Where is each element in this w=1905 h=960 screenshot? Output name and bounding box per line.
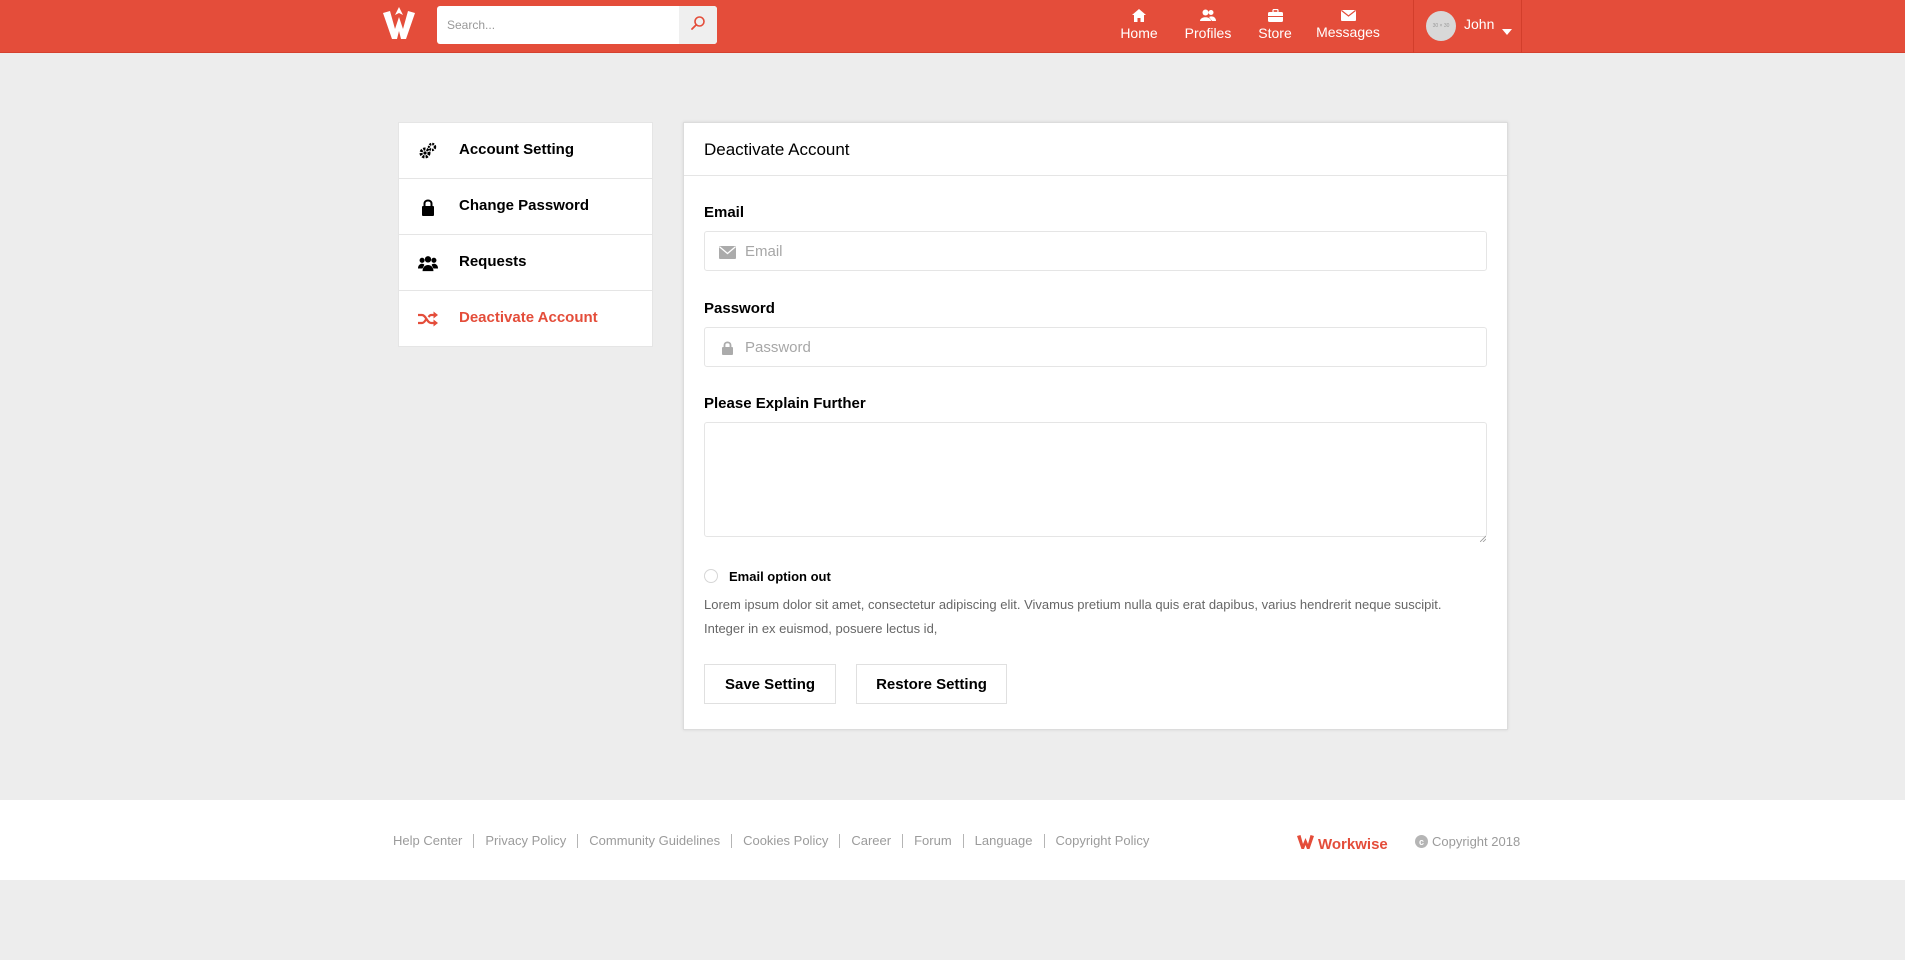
email-label: Email	[704, 204, 745, 221]
user-menu[interactable]: 30 × 30 John	[1413, 0, 1522, 53]
card-header: Deactivate Account	[684, 123, 1507, 176]
messages-icon	[1340, 9, 1356, 21]
nav-profiles-label: Profiles	[1184, 25, 1232, 41]
sidebar-item-label: Change Password	[459, 197, 590, 214]
footer-brand-name: Workwise	[1318, 835, 1388, 853]
sidebar-item-requests[interactable]: Requests	[399, 235, 652, 291]
sidebar-item-label: Account Setting	[459, 141, 574, 158]
search-button[interactable]	[679, 6, 717, 44]
password-field-wrapper	[704, 327, 1487, 367]
lock-icon	[718, 340, 736, 356]
settings-sidebar: Account Setting Change Password Requests…	[398, 122, 653, 347]
sidebar-item-account-setting[interactable]: Account Setting	[399, 123, 652, 179]
envelope-icon	[718, 244, 736, 260]
sidebar-item-label: Deactivate Account	[459, 309, 598, 326]
email-field-wrapper	[704, 231, 1487, 271]
search-icon	[690, 15, 706, 36]
users-icon	[418, 253, 438, 273]
option-description: Lorem ipsum dolor sit amet, consectetur …	[704, 597, 1442, 636]
home-icon	[1132, 9, 1146, 22]
footer-link-language[interactable]: Language	[964, 834, 1045, 848]
footer-link-cookies-policy[interactable]: Cookies Policy	[732, 834, 841, 848]
search-box	[437, 6, 717, 44]
nav-home[interactable]: Home	[1119, 0, 1159, 53]
nav-store[interactable]: Store	[1255, 0, 1295, 53]
top-navbar: Home Profiles Store Messages 30 × 30 Joh…	[0, 0, 1905, 53]
email-option-out-radio[interactable]	[704, 569, 718, 583]
random-icon	[418, 309, 438, 329]
nav-store-label: Store	[1258, 25, 1292, 41]
nav-messages[interactable]: Messages	[1316, 0, 1380, 53]
sidebar-item-change-password[interactable]: Change Password	[399, 179, 652, 235]
resize-grip-icon[interactable]	[1479, 529, 1487, 543]
deactivate-account-card: Deactivate Account Email Password Please…	[683, 122, 1508, 730]
sidebar-item-deactivate-account[interactable]: Deactivate Account	[399, 291, 652, 347]
footer-link-copyright-policy[interactable]: Copyright Policy	[1045, 834, 1161, 848]
lock-icon	[418, 197, 438, 217]
password-label: Password	[704, 300, 775, 317]
workwise-logo[interactable]	[381, 5, 417, 43]
footer-link-community-guidelines[interactable]: Community Guidelines	[578, 834, 733, 848]
sidebar-item-label: Requests	[459, 253, 527, 270]
copyright-text: Copyright 2018	[1432, 834, 1521, 849]
gears-icon	[418, 141, 438, 161]
save-setting-button[interactable]: Save Setting	[704, 664, 836, 704]
avatar[interactable]: 30 × 30	[1426, 11, 1456, 41]
footer-link-privacy-policy[interactable]: Privacy Policy	[474, 834, 579, 848]
copyright-icon: c	[1415, 835, 1428, 848]
footer-links: Help Center Privacy Policy Community Gui…	[393, 834, 1160, 848]
restore-setting-button[interactable]: Restore Setting	[856, 664, 1007, 704]
footer-link-help-center[interactable]: Help Center	[393, 834, 475, 848]
password-input[interactable]	[745, 328, 1475, 366]
footer-link-forum[interactable]: Forum	[903, 834, 964, 848]
workwise-logo-icon	[1297, 833, 1314, 855]
card-title: Deactivate Account	[704, 140, 850, 159]
nav-messages-label: Messages	[1316, 24, 1380, 40]
email-input[interactable]	[745, 232, 1475, 270]
explain-label: Please Explain Further	[704, 395, 866, 412]
nav-profiles[interactable]: Profiles	[1183, 0, 1233, 53]
profiles-icon	[1200, 9, 1216, 22]
explain-textarea[interactable]	[704, 422, 1487, 537]
footer: Help Center Privacy Policy Community Gui…	[0, 800, 1905, 880]
email-option-out-label[interactable]: Email option out	[729, 569, 831, 584]
search-input[interactable]	[437, 6, 679, 44]
user-name[interactable]: John	[1464, 16, 1494, 32]
footer-brand[interactable]: Workwise	[1297, 833, 1388, 855]
footer-link-career[interactable]: Career	[840, 834, 904, 848]
nav-home-label: Home	[1120, 25, 1158, 41]
store-icon	[1267, 9, 1283, 22]
footer-copyright: c Copyright 2018	[1415, 834, 1520, 849]
caret-down-icon[interactable]	[1502, 22, 1512, 40]
